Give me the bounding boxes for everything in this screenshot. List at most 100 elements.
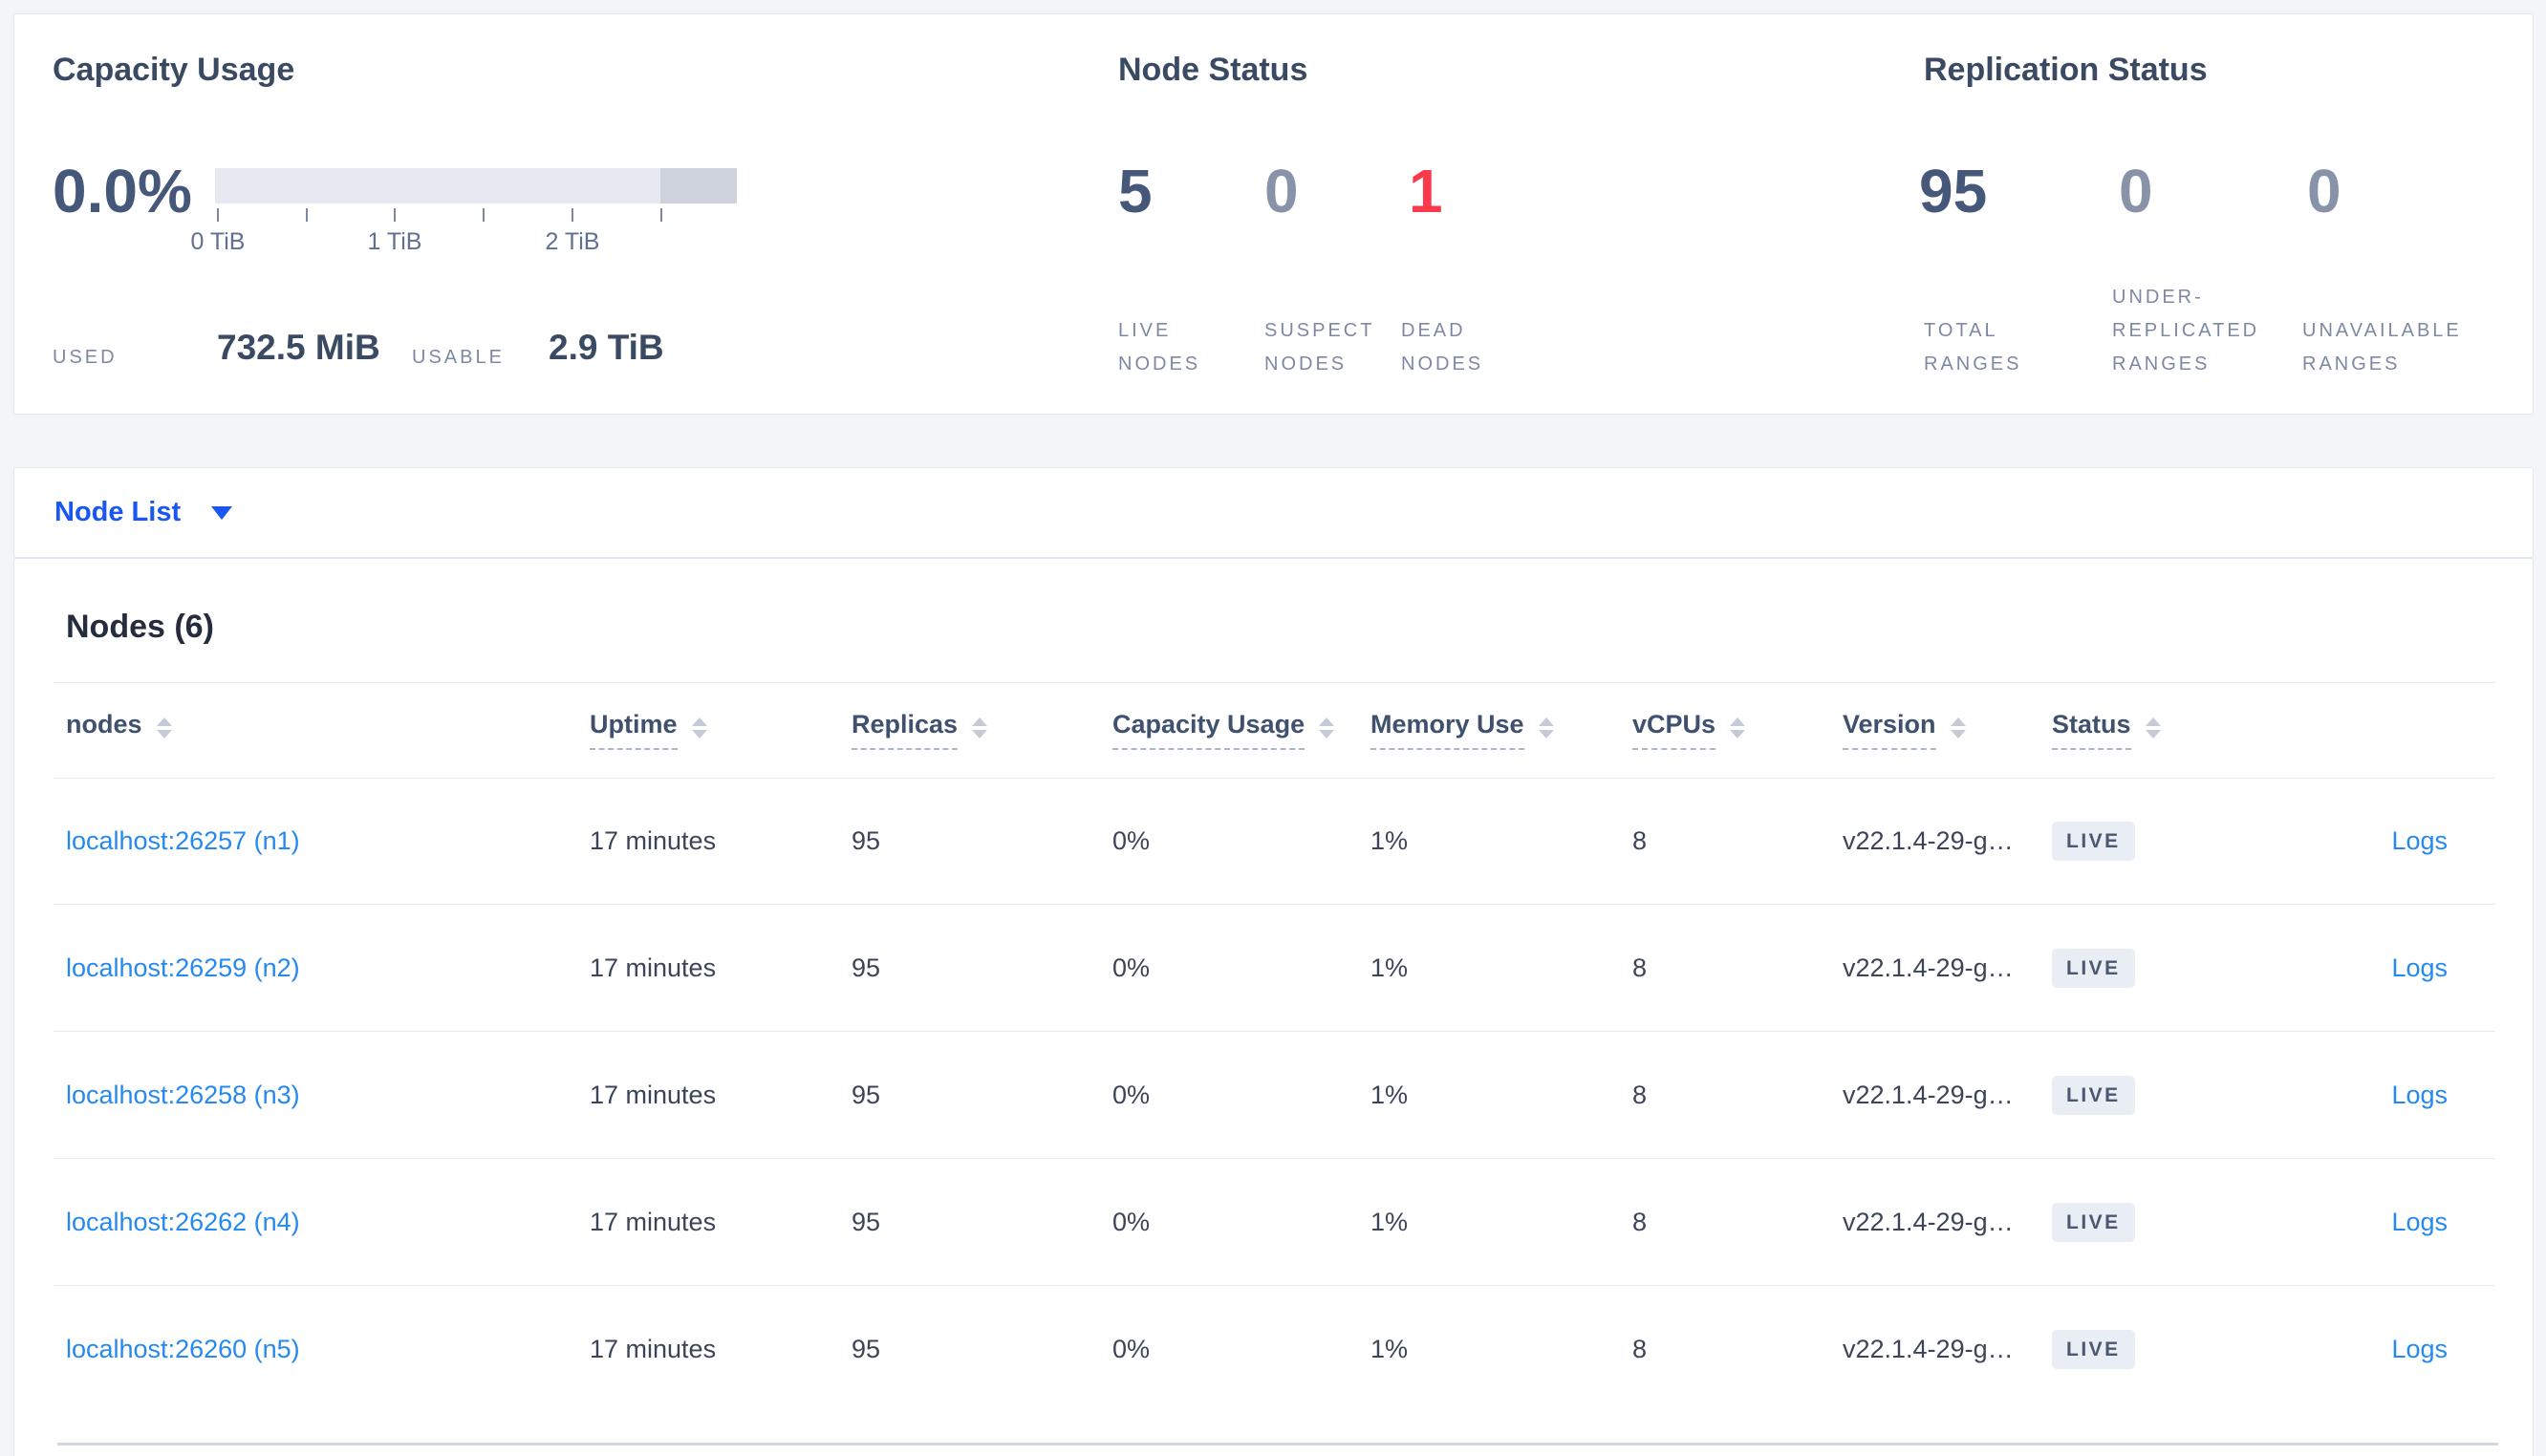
nodes-section-title: Nodes (6)	[66, 609, 214, 645]
tick-label-2: 2 TiB	[545, 228, 600, 255]
logs-link[interactable]: Logs	[2391, 1081, 2448, 1109]
logs-link[interactable]: Logs	[2391, 1335, 2448, 1363]
version-cell: v22.1.4-29-g…	[1843, 826, 2014, 855]
uptime-cell: 17 minutes	[590, 1208, 717, 1236]
status-badge: LIVE	[2052, 1076, 2135, 1115]
version-cell: v22.1.4-29-g…	[1843, 953, 2014, 982]
usable-value: 2.9 TiB	[549, 328, 664, 367]
capacity-usage-cell: 0%	[1112, 1081, 1151, 1109]
under-replicated-ranges-label: UNDER-REPLICATED RANGES	[2112, 287, 2260, 375]
capacity-usage-cell: 0%	[1112, 1208, 1151, 1236]
node-link[interactable]: localhost:26257 (n1)	[66, 826, 300, 855]
table-row: localhost:26259 (n2) 17 minutes 95 0% 1%…	[14, 905, 2533, 1032]
node-list-dropdown[interactable]: Node List	[54, 497, 181, 528]
node-link[interactable]: localhost:26258 (n3)	[66, 1081, 300, 1109]
uptime-cell: 17 minutes	[590, 1335, 717, 1363]
axis-tick	[217, 208, 219, 222]
column-header-status[interactable]: Status	[2052, 710, 2256, 750]
version-cell: v22.1.4-29-g…	[1843, 1335, 2014, 1363]
status-badge: LIVE	[2052, 949, 2135, 988]
axis-tick	[483, 208, 485, 222]
sort-icon[interactable]	[691, 717, 707, 739]
column-header-replicas[interactable]: Replicas	[852, 710, 1112, 750]
live-nodes-label: LIVE NODES	[1118, 320, 1201, 375]
nodes-table-panel: Nodes (6) nodes Uptime Replicas Capacity…	[13, 558, 2534, 1456]
cluster-summary-panel: Capacity Usage 0.0% 0 TiB 1 TiB 2 TiB US…	[13, 13, 2534, 415]
status-badge: LIVE	[2052, 1330, 2135, 1369]
sort-icon[interactable]	[2145, 717, 2161, 739]
suspect-nodes-label: SUSPECT NODES	[1264, 320, 1375, 375]
sort-icon[interactable]	[1538, 717, 1554, 739]
replication-status-title: Replication Status	[1924, 52, 2208, 88]
column-header-version[interactable]: Version	[1843, 710, 2052, 750]
under-replicated-ranges-count: 0	[2119, 157, 2153, 225]
used-value: 732.5 MiB	[217, 328, 380, 367]
capacity-usage-cell: 0%	[1112, 953, 1151, 982]
status-badge: LIVE	[2052, 822, 2135, 861]
node-link[interactable]: localhost:26260 (n5)	[66, 1335, 300, 1363]
table-row: localhost:26258 (n3) 17 minutes 95 0% 1%…	[14, 1032, 2533, 1159]
axis-tick	[572, 208, 573, 222]
sort-icon[interactable]	[972, 717, 988, 739]
vcpus-cell: 8	[1632, 1081, 1648, 1109]
node-link[interactable]: localhost:26262 (n4)	[66, 1208, 300, 1236]
table-row: localhost:26260 (n5) 17 minutes 95 0% 1%…	[14, 1286, 2533, 1413]
column-header-memory-use[interactable]: Memory Use	[1370, 710, 1632, 750]
column-header-vcpus[interactable]: vCPUs	[1632, 710, 1843, 750]
table-header-row: nodes Uptime Replicas Capacity Usage Mem…	[14, 683, 2533, 778]
vcpus-cell: 8	[1632, 1208, 1648, 1236]
memory-use-cell: 1%	[1370, 1335, 1409, 1363]
usable-label: USABLE	[412, 347, 505, 368]
sort-icon[interactable]	[1319, 717, 1335, 739]
unavailable-ranges-count: 0	[2307, 157, 2341, 225]
node-link[interactable]: localhost:26259 (n2)	[66, 953, 300, 982]
axis-tick	[306, 208, 308, 222]
memory-use-cell: 1%	[1370, 826, 1409, 855]
cluster-overview-page: Capacity Usage 0.0% 0 TiB 1 TiB 2 TiB US…	[0, 0, 2546, 1456]
view-selector-bar: Node List	[13, 467, 2534, 558]
status-badge: LIVE	[2052, 1203, 2135, 1242]
logs-link[interactable]: Logs	[2391, 1208, 2448, 1236]
capacity-used-percent: 0.0%	[53, 157, 192, 225]
sort-icon[interactable]	[156, 717, 172, 739]
tick-label-0: 0 TiB	[190, 228, 246, 255]
logs-link[interactable]: Logs	[2391, 953, 2448, 982]
version-cell: v22.1.4-29-g…	[1843, 1081, 2014, 1109]
replicas-cell: 95	[852, 953, 881, 982]
replicas-cell: 95	[852, 826, 881, 855]
capacity-usage-bar	[215, 168, 737, 203]
replicas-cell: 95	[852, 1208, 881, 1236]
logs-link[interactable]: Logs	[2391, 826, 2448, 855]
table-bottom-divider	[57, 1443, 2498, 1445]
uptime-cell: 17 minutes	[590, 1081, 717, 1109]
chevron-down-icon[interactable]	[211, 505, 233, 520]
capacity-usage-cell: 0%	[1112, 1335, 1151, 1363]
vcpus-cell: 8	[1632, 1335, 1648, 1363]
suspect-nodes-count: 0	[1264, 157, 1299, 225]
column-header-uptime[interactable]: Uptime	[590, 710, 852, 750]
uptime-cell: 17 minutes	[590, 953, 717, 982]
used-label: USED	[53, 347, 118, 368]
table-row: localhost:26262 (n4) 17 minutes 95 0% 1%…	[14, 1159, 2533, 1286]
tick-label-1: 1 TiB	[367, 228, 422, 255]
uptime-cell: 17 minutes	[590, 826, 717, 855]
sort-icon[interactable]	[1950, 717, 1966, 739]
table-body: localhost:26257 (n1) 17 minutes 95 0% 1%…	[14, 778, 2533, 1413]
column-header-capacity-usage[interactable]: Capacity Usage	[1112, 710, 1370, 750]
replicas-cell: 95	[852, 1335, 881, 1363]
total-ranges-label: TOTAL RANGES	[1924, 320, 2022, 375]
vcpus-cell: 8	[1632, 953, 1648, 982]
sort-icon[interactable]	[1730, 717, 1746, 739]
unavailable-ranges-label: UNAVAILABLE RANGES	[2302, 320, 2462, 375]
memory-use-cell: 1%	[1370, 1208, 1409, 1236]
capacity-usage-cell: 0%	[1112, 826, 1151, 855]
column-header-nodes[interactable]: nodes	[66, 710, 590, 750]
axis-tick	[394, 208, 396, 222]
node-status-title: Node Status	[1118, 52, 1308, 88]
version-cell: v22.1.4-29-g…	[1843, 1208, 2014, 1236]
memory-use-cell: 1%	[1370, 953, 1409, 982]
memory-use-cell: 1%	[1370, 1081, 1409, 1109]
dead-nodes-label: DEAD NODES	[1401, 320, 1484, 375]
capacity-bar-nonusable-segment	[660, 168, 737, 203]
live-nodes-count: 5	[1118, 157, 1153, 225]
